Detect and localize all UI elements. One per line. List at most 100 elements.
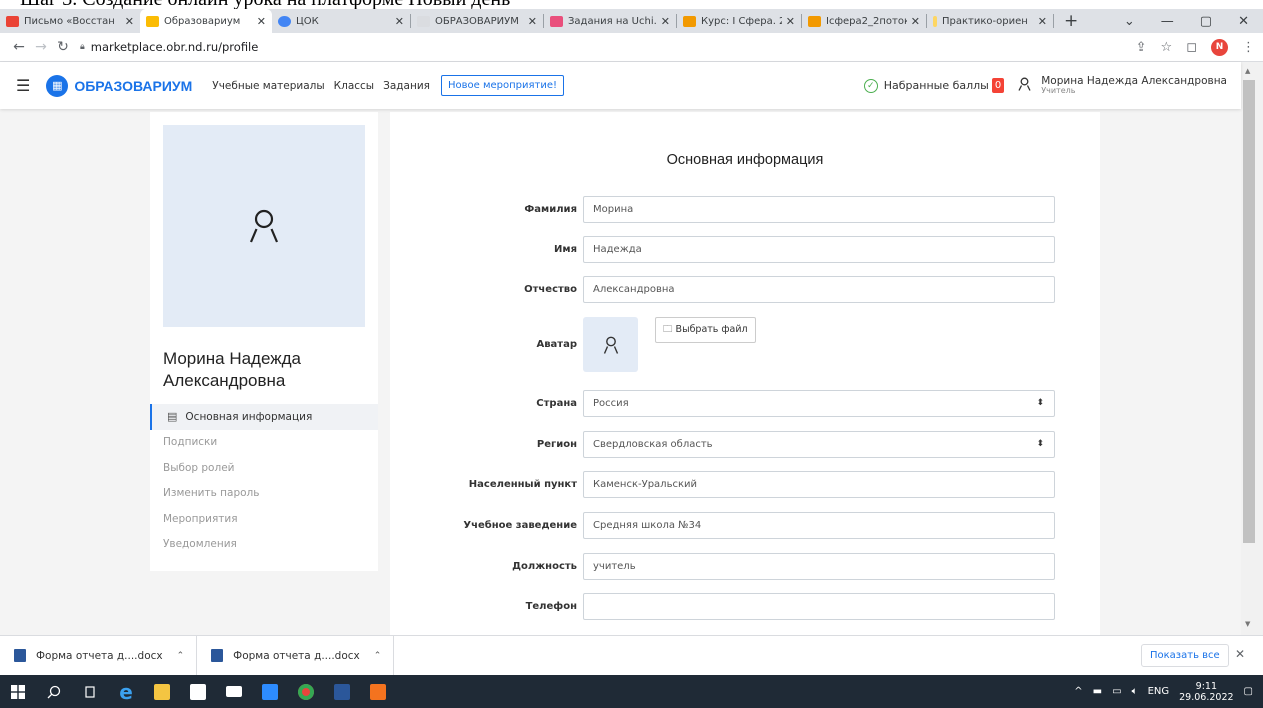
windows-taskbar: e ^ ▬ ▭ 🔈︎ ENG 9:11 29.06.2022 ▢ [0, 675, 1263, 708]
scroll-thumb[interactable] [1243, 80, 1255, 543]
tab-cok[interactable]: ЦОК ✕ [272, 9, 410, 33]
close-icon[interactable]: ✕ [1235, 647, 1245, 661]
search-icon[interactable] [36, 675, 72, 708]
score-badge[interactable]: 0 [991, 78, 1005, 93]
menu-item-events[interactable]: Мероприятия [150, 506, 378, 532]
new-tab-button[interactable]: + [1054, 11, 1088, 31]
position-input[interactable]: учитель [583, 553, 1055, 580]
close-icon[interactable]: ✕ [911, 15, 920, 28]
close-icon[interactable]: ✕ [528, 15, 537, 28]
download-item[interactable]: Форма отчета д....docx ⌃ [197, 635, 395, 676]
share-icon[interactable]: ⇪ [1136, 40, 1147, 55]
close-icon[interactable]: ✕ [786, 15, 795, 28]
nav-classes[interactable]: Классы [334, 80, 374, 92]
moodle-icon [808, 15, 821, 27]
tab-isfera[interactable]: Iсфера2_2поток: ✕ [802, 9, 926, 33]
close-window-icon[interactable]: ✕ [1238, 14, 1249, 29]
page-scrollbar[interactable]: ▲ ▼ [1241, 62, 1263, 635]
document-icon: ▤ [167, 410, 178, 424]
name-input[interactable]: Надежда [583, 236, 1055, 263]
download-item[interactable]: Форма отчета д....docx ⌃ [0, 635, 198, 676]
choose-file-button[interactable]: 🗀︎ Выбрать файл [655, 317, 756, 343]
site-logo[interactable]: ОБРАЗОВАРИУМ [74, 78, 192, 94]
close-icon[interactable]: ✕ [661, 15, 670, 28]
app-icon[interactable] [360, 675, 396, 708]
hamburger-menu-icon[interactable]: ☰ [16, 76, 30, 95]
scroll-down-icon[interactable]: ▼ [1245, 620, 1250, 628]
user-icon [249, 209, 279, 243]
score-label[interactable]: Набранные баллы [884, 79, 989, 92]
close-icon[interactable]: ✕ [257, 15, 266, 28]
back-icon[interactable]: ← [8, 39, 30, 55]
menu-dots-icon[interactable]: ⋮ [1242, 40, 1255, 55]
mail-app-icon[interactable] [216, 675, 252, 708]
show-all-button[interactable]: Показать все [1141, 644, 1229, 667]
tab-search-icon[interactable]: ⌄ [1124, 14, 1135, 29]
menu-item-main-info[interactable]: ▤ Основная информация [150, 404, 378, 430]
phone-label: Телефон [525, 601, 577, 612]
surname-label: Фамилия [524, 204, 577, 215]
reload-icon[interactable]: ↻ [52, 39, 74, 55]
bookmark-star-icon[interactable]: ☆ [1161, 40, 1173, 55]
chevron-up-icon[interactable]: ⌃ [177, 651, 185, 661]
side-panel-icon[interactable]: ◻ [1186, 40, 1197, 55]
user-icon[interactable] [1018, 77, 1031, 95]
close-icon[interactable]: ✕ [125, 15, 134, 28]
nav-learning-materials[interactable]: Учебные материалы [212, 80, 324, 92]
browser-tab-bar: Письмо «Восстан ✕ Образовариум ✕ ЦОК ✕ О… [0, 9, 1263, 33]
language-indicator[interactable]: ENG [1148, 686, 1170, 697]
menu-item-notifications[interactable]: Уведомления [150, 532, 378, 558]
locality-input[interactable]: Каменск-Уральский [583, 471, 1055, 498]
forward-icon[interactable]: → [30, 39, 52, 55]
store-icon[interactable] [180, 675, 216, 708]
menu-item-change-password[interactable]: Изменить пароль [150, 481, 378, 507]
window-controls: ⌄ — ▢ ✕ [1124, 14, 1263, 29]
file-explorer-icon[interactable] [144, 675, 180, 708]
tab-practice[interactable]: Практико-ориен ✕ [927, 9, 1053, 33]
row-position: Должность учитель [390, 553, 1100, 580]
region-select[interactable]: Свердловская область ⬍ [583, 431, 1055, 458]
new-event-button[interactable]: Новое мероприятие! [440, 75, 564, 96]
patronymic-input[interactable]: Александровна [583, 276, 1055, 303]
tab-course[interactable]: Курс: I Сфера. 2 ✕ [677, 9, 801, 33]
task-view-icon[interactable] [72, 675, 108, 708]
user-menu[interactable]: Морина Надежда Александровна Учитель [1041, 75, 1227, 96]
url-text: marketplace.obr.nd.ru/profile [90, 40, 259, 54]
url-field[interactable]: 🔒︎ marketplace.obr.nd.ru/profile [80, 40, 258, 54]
word-doc-icon [14, 649, 26, 662]
chrome-icon[interactable] [288, 675, 324, 708]
tab-obrazovarium-2[interactable]: ОБРАЗОВАРИУМ ✕ [411, 9, 543, 33]
logo-icon[interactable]: ▦ [46, 74, 69, 97]
moodle-icon [683, 15, 696, 27]
menu-item-roles[interactable]: Выбор ролей [150, 455, 378, 481]
edge-icon[interactable]: e [108, 675, 144, 708]
tab-uchi[interactable]: Задания на Uchi. ✕ [544, 9, 676, 33]
chevron-up-icon[interactable]: ⌃ [374, 651, 382, 661]
school-input[interactable]: Средняя школа №34 [583, 512, 1055, 539]
scroll-up-icon[interactable]: ▲ [1245, 67, 1250, 75]
tab-mail[interactable]: Письмо «Восстан ✕ [0, 9, 140, 33]
word-icon[interactable] [324, 675, 360, 708]
display-icon[interactable]: ▭ [1112, 686, 1121, 697]
close-icon[interactable]: ✕ [395, 15, 404, 28]
network-icon[interactable]: ▬ [1093, 686, 1102, 697]
phone-input[interactable] [583, 593, 1055, 620]
windows-start-icon[interactable] [0, 675, 36, 708]
tab-obrazovarium[interactable]: Образовариум ✕ [140, 9, 272, 33]
country-select[interactable]: Россия ⬍ [583, 390, 1055, 417]
minimize-icon[interactable]: — [1161, 14, 1174, 29]
menu-item-subscriptions[interactable]: Подписки [150, 430, 378, 456]
profile-avatar[interactable]: N [1211, 38, 1228, 56]
close-icon[interactable]: ✕ [1038, 15, 1047, 28]
nav-tasks[interactable]: Задания [383, 80, 430, 92]
volume-icon[interactable]: 🔈︎ [1132, 686, 1138, 697]
notifications-icon[interactable]: ▢ [1244, 686, 1253, 697]
locality-label: Населенный пункт [468, 479, 577, 490]
chevron-up-icon[interactable]: ^ [1074, 686, 1082, 697]
surname-input[interactable]: Морина [583, 196, 1055, 223]
zoom-icon[interactable] [252, 675, 288, 708]
maximize-icon[interactable]: ▢ [1200, 14, 1212, 29]
clock[interactable]: 9:11 29.06.2022 [1179, 681, 1233, 703]
user-icon [603, 336, 618, 354]
downloads-bar: Форма отчета д....docx ⌃ Форма отчета д.… [0, 635, 1263, 676]
